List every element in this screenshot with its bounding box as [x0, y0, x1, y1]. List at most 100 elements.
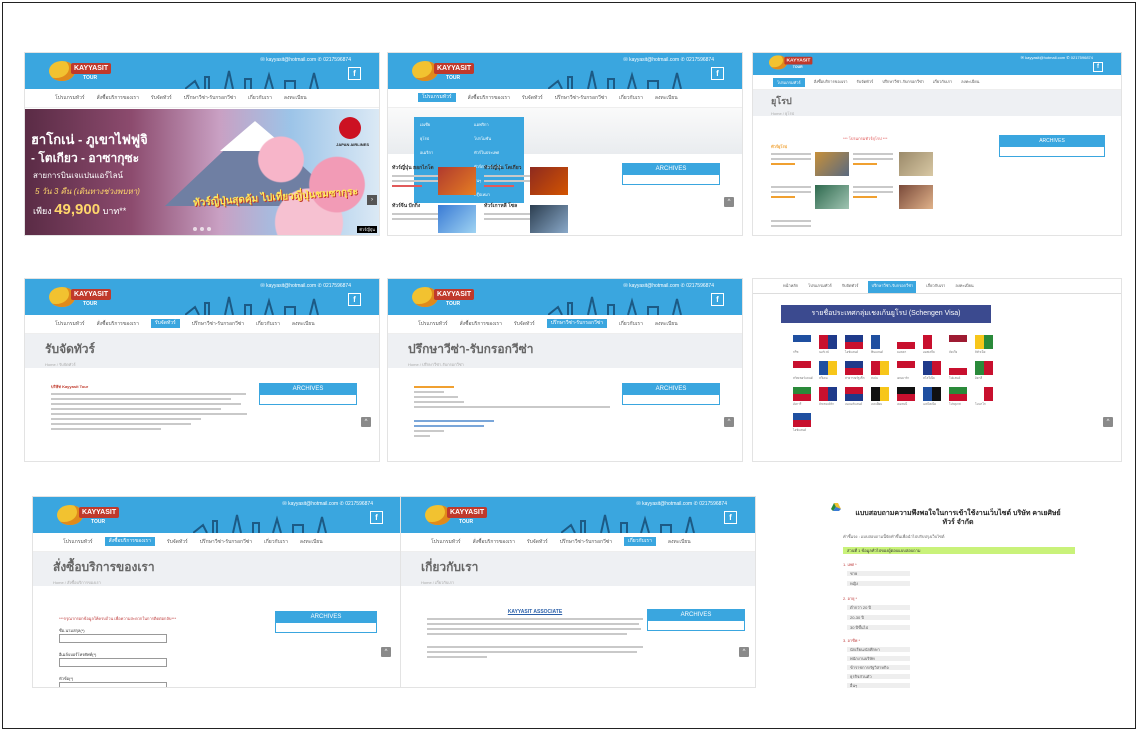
- flag-cell[interactable]: เอสโตเนีย: [923, 387, 949, 407]
- top-nav-item[interactable]: โปรแกรมทัวร์: [808, 279, 832, 293]
- menu-item-tours[interactable]: โปรแกรมทัวร์: [418, 315, 448, 333]
- site-logo[interactable]: KAYYASIT TOUR: [57, 503, 129, 527]
- europe-card[interactable]: [771, 183, 851, 213]
- hero-slider[interactable]: ฮาโกเน่ - ภูเขาไฟฟูจิ - โตเกียว - อาซากุ…: [25, 109, 379, 235]
- flag-cell[interactable]: โปรตุเกส: [949, 387, 975, 407]
- menu-item-custom[interactable]: รับจัดทัวร์: [167, 533, 188, 551]
- menu-item-visa[interactable]: ปรึกษาวีซ่า-รับกรอกวีซ่า: [882, 75, 924, 89]
- scroll-top-button[interactable]: ^: [739, 647, 749, 657]
- menu-item-register[interactable]: ลงทะเบียน: [668, 533, 691, 551]
- menu-item-visa[interactable]: ปรึกษาวีซ่า-รับกรอกวีซ่า: [555, 89, 607, 107]
- menu-item-about[interactable]: เกี่ยวกับเรา: [619, 315, 643, 333]
- facebook-icon[interactable]: f: [370, 511, 383, 524]
- flag-cell[interactable]: สวิตเซอร์แลนด์: [793, 361, 819, 381]
- facebook-icon[interactable]: f: [348, 67, 361, 80]
- scroll-top-button[interactable]: ^: [724, 417, 734, 427]
- top-nav-item[interactable]: ปรึกษาวีซ่า-รับกรอกวีซ่า: [868, 281, 917, 293]
- radio-option[interactable]: ธุรกิจส่วนตัว: [847, 674, 910, 679]
- dropdown-item[interactable]: กรุ๊ปเหมา: [474, 191, 490, 198]
- menu-item-custom[interactable]: รับจัดทัวร์: [151, 89, 172, 107]
- radio-option[interactable]: ต่ำกว่า 20 ปี: [847, 605, 910, 610]
- menu-item-visa[interactable]: ปรึกษาวีซ่า-รับกรอกวีซ่า: [184, 89, 236, 107]
- slider-dots[interactable]: [193, 227, 211, 231]
- scroll-top-button[interactable]: ^: [1103, 417, 1113, 427]
- flag-cell[interactable]: สวีเดน: [819, 361, 845, 381]
- menu-item-register[interactable]: ลงทะเบียน: [655, 89, 678, 107]
- flag-cell[interactable]: ลักเซมเบิร์ก: [819, 387, 845, 407]
- flag-cell[interactable]: ลิทัวเนีย: [975, 335, 1001, 355]
- site-logo[interactable]: KAYYASIT TOUR: [425, 503, 497, 527]
- archives-widget[interactable]: ARCHIVES: [622, 163, 720, 185]
- menu-item-order[interactable]: สั่งซื้อบริการของเรา: [97, 89, 139, 107]
- subject-input[interactable]: [59, 682, 167, 687]
- menu-item-order[interactable]: สั่งซื้อบริการของเรา: [468, 89, 510, 107]
- archives-widget[interactable]: ARCHIVES: [999, 135, 1105, 157]
- scroll-top-button[interactable]: ^: [361, 417, 371, 427]
- flag-cell[interactable]: โปแลนด์: [949, 361, 975, 381]
- scroll-top-button[interactable]: ^: [381, 647, 391, 657]
- flag-cell[interactable]: อิตาลี: [975, 361, 1001, 381]
- europe-card[interactable]: [853, 183, 937, 213]
- radio-option[interactable]: ชาย: [847, 571, 910, 576]
- radio-option[interactable]: 20-30 ปี: [847, 615, 910, 620]
- radio-option[interactable]: พนักงานบริษัท: [847, 656, 910, 661]
- facebook-icon[interactable]: f: [711, 293, 724, 306]
- menu-item-tours[interactable]: โปรแกรมทัวร์: [55, 89, 85, 107]
- flag-cell[interactable]: สโลวีเนีย: [923, 361, 949, 381]
- flag-cell[interactable]: กรีซ: [793, 335, 819, 355]
- dropdown-item[interactable]: โปรโมชั่น: [474, 135, 491, 142]
- site-logo[interactable]: KAYYASIT TOUR: [49, 285, 121, 309]
- name-input[interactable]: [59, 634, 167, 643]
- menu-item-custom[interactable]: รับจัดทัวร์: [150, 319, 180, 328]
- flag-cell[interactable]: สเปน: [871, 361, 897, 381]
- facebook-icon[interactable]: f: [711, 67, 724, 80]
- menu-item-visa[interactable]: ปรึกษาวีซ่า-รับกรอกวีซ่า: [192, 315, 244, 333]
- facebook-icon[interactable]: f: [1093, 62, 1103, 72]
- menu-item-register[interactable]: ลงทะเบียน: [284, 89, 307, 107]
- menu-item-about[interactable]: เกี่ยวกับเรา: [256, 315, 280, 333]
- archives-widget[interactable]: ARCHIVES: [259, 383, 357, 405]
- site-logo[interactable]: KAYYASIT TOUR: [412, 285, 484, 309]
- menu-item-custom[interactable]: รับจัดทัวร์: [514, 315, 535, 333]
- contact-input[interactable]: [59, 658, 167, 667]
- radio-option[interactable]: ข้าราชการ/รัฐวิสาหกิจ: [847, 665, 910, 670]
- archives-widget[interactable]: ARCHIVES: [647, 609, 745, 631]
- archives-widget[interactable]: ARCHIVES: [275, 611, 377, 633]
- menu-item-custom[interactable]: รับจัดทัวร์: [522, 89, 543, 107]
- dropdown-item[interactable]: แอฟริกา: [474, 121, 489, 128]
- flag-cell[interactable]: ไอซ์แลนด์: [845, 335, 871, 355]
- menu-item-about[interactable]: เกี่ยวกับเรา: [933, 75, 952, 89]
- menu-item-order[interactable]: สั่งซื้อบริการของเรา: [104, 537, 155, 546]
- facebook-icon[interactable]: f: [724, 511, 737, 524]
- menu-item-order[interactable]: สั่งซื้อบริการของเรา: [814, 75, 848, 89]
- menu-item-about[interactable]: เกี่ยวกับเรา: [619, 89, 643, 107]
- flag-cell[interactable]: ไอซ์แลนด์: [793, 413, 819, 433]
- dropdown-item[interactable]: เอเชีย: [420, 121, 430, 128]
- radio-option[interactable]: นักเรียน/นักศึกษา: [847, 647, 910, 652]
- flag-cell[interactable]: เบลเยียม: [871, 387, 897, 407]
- flag-cell[interactable]: เยอรมนี: [897, 387, 923, 407]
- menu-item-register[interactable]: ลงทะเบียน: [292, 315, 315, 333]
- flag-cell[interactable]: มอลตา: [897, 335, 923, 355]
- flag-cell[interactable]: สาธารณรัฐเช็ก: [845, 361, 871, 381]
- europe-card[interactable]: [771, 217, 831, 230]
- top-nav-item[interactable]: เกี่ยวกับเรา: [926, 279, 945, 293]
- archives-widget[interactable]: ARCHIVES: [622, 383, 720, 405]
- flag-cell[interactable]: เนเธอร์แลนด์: [845, 387, 871, 407]
- radio-option[interactable]: หญิง: [847, 581, 910, 586]
- top-nav-item[interactable]: หน้าหลัก: [783, 279, 798, 293]
- menu-item-about[interactable]: เกี่ยวกับเรา: [624, 537, 656, 546]
- menu-item-order[interactable]: สั่งซื้อบริการของเรา: [473, 533, 515, 551]
- menu-item-visa[interactable]: ปรึกษาวีซ่า-รับกรอกวีซ่า: [560, 533, 612, 551]
- flag-cell[interactable]: ฟินแลนด์: [871, 335, 897, 355]
- flag-cell[interactable]: โมนาโก: [975, 387, 1001, 407]
- tour-card[interactable]: ทัวร์ญี่ปุ่น ฮอกไกโด: [392, 165, 476, 195]
- flag-cell[interactable]: ลัตเวีย: [949, 335, 975, 355]
- flag-cell[interactable]: ออสเตรีย: [923, 335, 949, 355]
- menu-item-tours[interactable]: โปรแกรมทัวร์: [773, 78, 805, 87]
- menu-item-order[interactable]: สั่งซื้อบริการของเรา: [460, 315, 502, 333]
- dropdown-item[interactable]: ทัวร์ในประเทศ: [474, 149, 499, 156]
- flag-cell[interactable]: ฮังการี: [793, 387, 819, 407]
- facebook-icon[interactable]: f: [348, 293, 361, 306]
- top-nav-item[interactable]: ลงทะเบียน: [955, 279, 973, 293]
